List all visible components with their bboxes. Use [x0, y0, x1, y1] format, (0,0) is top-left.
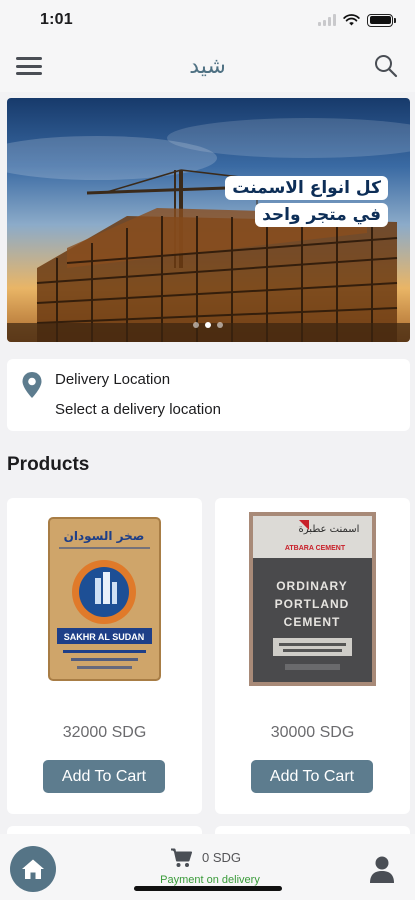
- app-title: شيد: [189, 53, 226, 79]
- add-to-cart-button[interactable]: Add To Cart: [43, 760, 165, 793]
- banner-headline: كل انواع الاسمنت في متجر واحد: [225, 176, 388, 230]
- wifi-icon: [343, 14, 360, 26]
- user-icon[interactable]: [366, 854, 398, 884]
- carousel-dot[interactable]: [193, 322, 199, 328]
- cart-icon: [171, 848, 192, 867]
- product-price: 30000 SDG: [270, 724, 355, 741]
- products-heading: Products: [7, 454, 90, 475]
- carousel-dot[interactable]: [217, 322, 223, 328]
- delivery-location-subtitle: Select a delivery location: [55, 401, 221, 418]
- location-pin-icon: [22, 372, 42, 398]
- product-card[interactable]: اسمنت عطبرة ATBARA CEMENT ORDINARY PORTL…: [215, 498, 410, 814]
- home-indicator: [134, 886, 282, 891]
- search-icon[interactable]: [373, 53, 399, 79]
- bag-brand-label: ATBARA CEMENT: [285, 545, 346, 552]
- bag-arabic-label: صخر السودان: [64, 529, 145, 544]
- bag-type-line-3: CEMENT: [284, 615, 341, 629]
- delivery-location-title: Delivery Location: [55, 371, 171, 388]
- app-header: شيد: [0, 40, 415, 92]
- status-time: 1:01: [40, 11, 73, 28]
- status-bar: 1:01: [0, 0, 415, 40]
- home-icon: [22, 859, 44, 879]
- banner-line-1: كل انواع الاسمنت: [225, 176, 388, 200]
- promo-banner[interactable]: كل انواع الاسمنت في متجر واحد: [7, 98, 410, 342]
- carousel-dot-active[interactable]: [205, 322, 211, 328]
- home-button[interactable]: [10, 846, 56, 892]
- carousel-dots[interactable]: [193, 322, 223, 328]
- product-image-sakhr-cement-bag[interactable]: صخر السودان SAKHR AL SUDAN: [41, 512, 168, 686]
- bag-type-line-1: ORDINARY: [276, 579, 348, 593]
- banner-line-2: في متجر واحد: [255, 203, 388, 227]
- payment-method-label: Payment on delivery: [160, 874, 260, 886]
- status-icons: [318, 13, 396, 27]
- product-image-portland-cement-bag[interactable]: اسمنت عطبرة ATBARA CEMENT ORDINARY PORTL…: [249, 512, 376, 686]
- product-price: 32000 SDG: [62, 724, 147, 741]
- battery-icon: [367, 13, 396, 27]
- cart-total: 0 SDG: [202, 850, 242, 865]
- add-to-cart-button[interactable]: Add To Cart: [251, 760, 373, 793]
- bag-brand-label: SAKHR AL SUDAN: [64, 632, 145, 642]
- cellular-signal-icon: [318, 14, 336, 26]
- menu-icon[interactable]: [16, 55, 42, 77]
- product-card[interactable]: صخر السودان SAKHR AL SUDAN 32000 SDG Add…: [7, 498, 202, 814]
- delivery-location-card[interactable]: Delivery Location Select a delivery loca…: [7, 359, 410, 431]
- bag-type-line-2: PORTLAND: [275, 597, 350, 611]
